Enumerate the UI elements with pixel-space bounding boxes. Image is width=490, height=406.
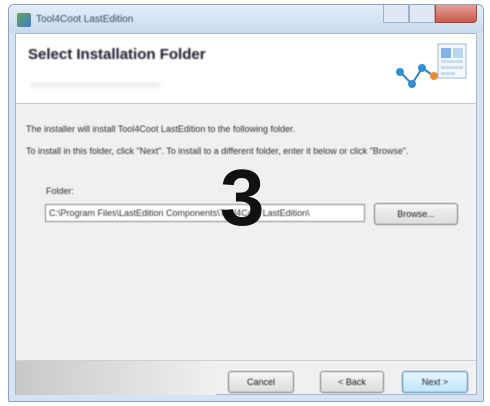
header-description [30, 82, 160, 88]
folder-path-input[interactable] [45, 204, 365, 222]
window-controls [383, 5, 477, 23]
browse-button[interactable]: Browse... [374, 203, 458, 225]
install-description: The installer will install Tool4Coot Las… [26, 124, 295, 134]
install-instructions: To install in this folder, click "Next".… [26, 146, 409, 156]
maximize-button[interactable] [409, 5, 435, 23]
dialog-header: Select Installation Folder [16, 34, 476, 104]
page-title: Select Installation Folder [28, 46, 206, 63]
window-title: Tool4Coot LastEdition [36, 14, 134, 25]
next-button[interactable]: Next > [402, 371, 468, 393]
app-icon [17, 13, 31, 27]
minimize-button[interactable] [383, 5, 409, 23]
installer-logo-icon [396, 43, 467, 88]
back-button[interactable]: < Back [320, 371, 384, 393]
step-number-overlay: 3 [220, 153, 265, 242]
folder-label: Folder: [46, 186, 75, 196]
close-button[interactable] [435, 5, 477, 23]
cancel-button[interactable]: Cancel [228, 371, 294, 393]
footer-divider [16, 360, 476, 361]
title-bar[interactable]: Tool4Coot LastEdition [9, 5, 483, 33]
footer-shade [16, 361, 216, 395]
